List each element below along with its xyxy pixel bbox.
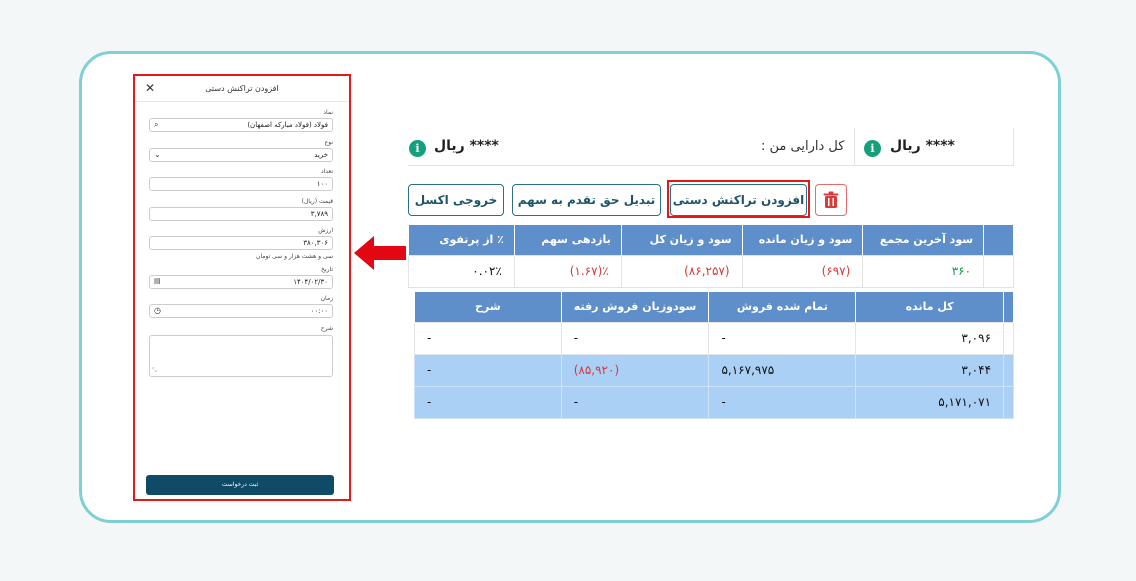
table-cell: ۵,۱۶۷,۹۷۵	[708, 353, 857, 387]
excel-export-button[interactable]: خروجی اکسل	[408, 184, 504, 216]
time-label: زمان	[320, 295, 333, 302]
add-manual-transaction-modal: افزودن تراکنش دستی ✕ نماد فولاد (فولاد م…	[133, 74, 351, 501]
table-cell: ۳,۰۴۴	[855, 353, 1005, 387]
modal-header: افزودن تراکنش دستی ✕	[135, 76, 349, 102]
table-cell: -	[414, 321, 562, 355]
table-header-row: سود آخرین مجمع سود و زیان مانده سود و زی…	[408, 225, 1014, 255]
table-header: سودوزیان فروش رفته	[560, 292, 710, 322]
date-input[interactable]: ۱۴۰۴/۰۲/۳۰ ▤	[149, 275, 333, 289]
info-icon[interactable]: i	[864, 140, 881, 157]
search-icon: ⌕	[154, 120, 159, 129]
assets-amount: **** ریال	[434, 138, 499, 154]
table-header: تمام شده فروش	[708, 292, 857, 322]
trash-icon	[823, 191, 839, 208]
type-label: نوع	[324, 139, 333, 146]
price-label: قیمت (ریال)	[301, 198, 333, 205]
value-value: ۳۸۰,۳۰۶	[303, 239, 328, 247]
table-header: سود و زیان کل	[620, 225, 743, 255]
table-cell: -	[708, 321, 857, 355]
description-textarea[interactable]: ⤡	[149, 335, 333, 377]
table-cell: -	[414, 385, 562, 419]
value-label: ارزش	[318, 227, 333, 234]
table-header: سود آخرین مجمع	[862, 225, 985, 255]
table-header: ٪ از پرتفوی	[408, 225, 515, 255]
date-value: ۱۴۰۴/۰۲/۳۰	[293, 278, 328, 286]
info-icon[interactable]: i	[409, 140, 426, 157]
clock-icon: ◷	[154, 306, 161, 315]
price-input[interactable]: ۳,۷۸۹	[149, 207, 333, 221]
type-value: خرید	[314, 151, 328, 159]
table-cell: -	[414, 353, 562, 387]
table-header: کل مانده	[855, 292, 1005, 322]
add-manual-transaction-button[interactable]: افزودن تراکنش دستی	[670, 184, 807, 216]
table-cell: (۸۶,۲۵۷)	[620, 254, 743, 288]
time-value: ۰۰:۰۰	[310, 307, 328, 315]
convert-rights-button[interactable]: تبدیل حق تقدم به سهم	[512, 184, 661, 216]
resize-handle-icon[interactable]: ⤡	[152, 367, 157, 375]
count-label: تعداد	[320, 168, 333, 175]
chevron-down-icon: ⌄	[154, 150, 161, 159]
total-assets-amount: **** ریال	[890, 138, 955, 154]
table-header	[1003, 292, 1014, 322]
modal-title: افزودن تراکنش دستی	[205, 84, 279, 93]
description-label: شرح	[320, 325, 333, 332]
calendar-icon: ▤	[154, 277, 161, 285]
table-cell: ٪(۱.۶۷)	[513, 254, 622, 288]
value-in-words: سی و هشت هزار و سی تومان	[256, 253, 333, 260]
table-cell: ۳,۰۹۶	[855, 321, 1005, 355]
price-value: ۳,۷۸۹	[310, 210, 328, 218]
count-input[interactable]: ۱۰۰	[149, 177, 333, 191]
table-row: ۳۶۰ (۶۹۷) (۸۶,۲۵۷) ٪(۱.۶۷) ۰.۰۲٪	[408, 254, 1014, 288]
close-icon[interactable]: ✕	[143, 81, 157, 95]
submit-request-button[interactable]: ثبت درخواست	[146, 475, 334, 495]
table-cell: (۸۵,۹۲۰)	[560, 353, 710, 387]
delete-button[interactable]	[815, 184, 847, 216]
table-cell: -	[560, 321, 710, 355]
symbol-label: نماد	[323, 109, 333, 116]
table-row: ۵,۱۷۱,۰۷۱ - - -	[414, 385, 1014, 419]
table-row: ۳,۰۹۶ - - -	[414, 321, 1014, 355]
table-cell	[1003, 321, 1014, 355]
table-header: شرح	[414, 292, 562, 322]
symbol-input[interactable]: فولاد (فولاد مبارکه اصفهان) ⌕	[149, 118, 333, 132]
table-cell	[983, 254, 1014, 288]
table-cell: (۶۹۷)	[741, 254, 864, 288]
table-cell: ۳۶۰	[862, 254, 985, 288]
table-header: بازدهی سهم	[513, 225, 622, 255]
table-cell	[1003, 385, 1014, 419]
type-select[interactable]: خرید ⌄	[149, 148, 333, 162]
transactions-detail-table: کل مانده تمام شده فروش سودوزیان فروش رفت…	[414, 292, 1014, 419]
arrow-left-icon	[354, 236, 406, 270]
table-cell: ۰.۰۲٪	[408, 254, 515, 288]
table-cell	[1003, 353, 1014, 387]
portfolio-summary-table: سود آخرین مجمع سود و زیان مانده سود و زی…	[408, 225, 1014, 288]
time-input[interactable]: ۰۰:۰۰ ◷	[149, 304, 333, 318]
table-cell: ۵,۱۷۱,۰۷۱	[855, 385, 1005, 419]
table-row: ۳,۰۴۴ ۵,۱۶۷,۹۷۵ (۸۵,۹۲۰) -	[414, 353, 1014, 387]
table-cell: -	[560, 385, 710, 419]
count-value: ۱۰۰	[316, 180, 328, 188]
value-input[interactable]: ۳۸۰,۳۰۶	[149, 236, 333, 250]
total-assets-label: کل دارایی من :	[761, 139, 845, 154]
table-cell: -	[708, 385, 857, 419]
table-header: سود و زیان مانده	[741, 225, 864, 255]
symbol-value: فولاد (فولاد مبارکه اصفهان)	[247, 121, 328, 129]
table-header	[983, 225, 1014, 255]
table-header-row: کل مانده تمام شده فروش سودوزیان فروش رفت…	[414, 292, 1014, 322]
date-label: تاریخ	[321, 266, 333, 273]
